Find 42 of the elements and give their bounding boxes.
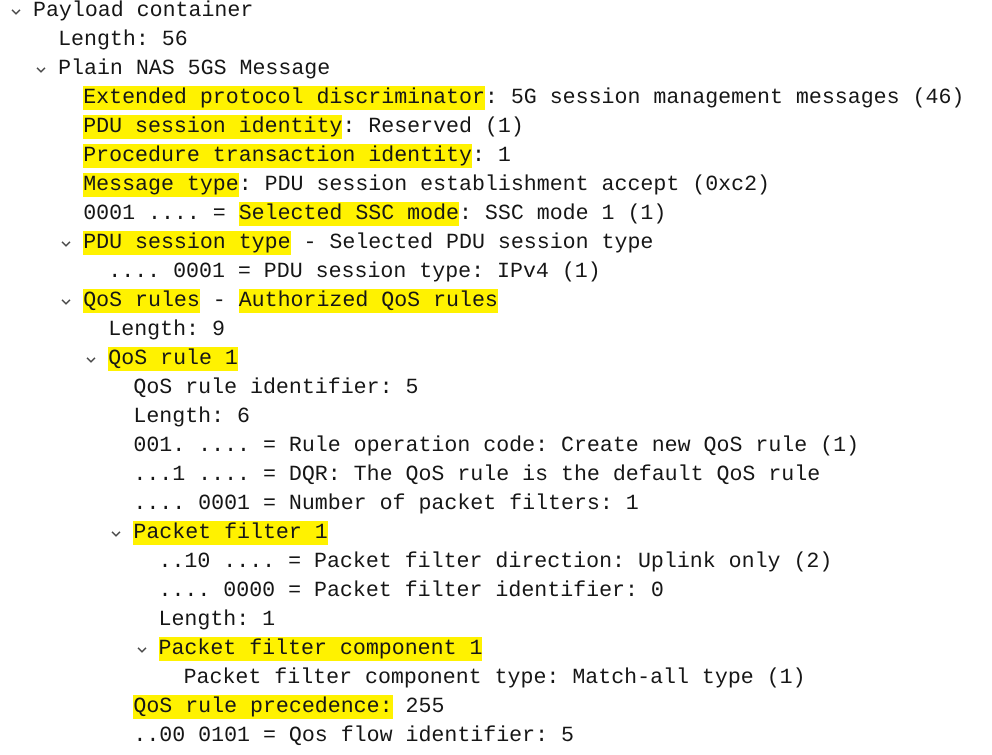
tree-item-text[interactable]: -: [200, 289, 239, 313]
tree-item-text[interactable]: : Reserved (1): [342, 115, 524, 139]
tree-item-text[interactable]: : SSC mode 1 (1): [459, 202, 666, 226]
highlighted-text[interactable]: Packet filter component 1: [158, 637, 482, 661]
tree-item-text[interactable]: .... 0001 = PDU session type: IPv4 (1): [108, 260, 601, 284]
tree-item-text[interactable]: : PDU session establishment accept (0xc2): [238, 173, 770, 197]
tree-item-text[interactable]: : 5G session management messages (46): [484, 86, 964, 110]
highlighted-text[interactable]: Selected SSC mode: [238, 202, 459, 226]
tree-item-text[interactable]: Length: 6: [133, 405, 250, 429]
highlighted-text[interactable]: Extended protocol discriminator: [83, 86, 485, 110]
highlighted-text[interactable]: PDU session identity: [83, 115, 342, 139]
tree-item-text[interactable]: Packet filter component type: Match-all type (1): [184, 666, 806, 690]
highlighted-text[interactable]: Procedure transaction identity: [83, 144, 472, 168]
highlighted-text[interactable]: QoS rules: [83, 289, 200, 313]
tree-item-text[interactable]: Length: 1: [158, 608, 276, 632]
tree-item-text[interactable]: 001. .... = Rule operation code: Create new QoS rule (1): [133, 434, 860, 458]
highlighted-text[interactable]: Message type: [83, 173, 239, 197]
chevron-down-icon[interactable]: [111, 530, 122, 536]
tree-item-text[interactable]: Plain NAS 5GS Message: [58, 57, 330, 81]
tree-item-text[interactable]: .... 0001 = Number of packet filters: 1: [133, 492, 639, 516]
tree-item-text[interactable]: Length: 56: [58, 28, 188, 52]
tree-item-text[interactable]: ...1 .... = DQR: The QoS rule is the default QoS rule: [133, 463, 820, 487]
highlighted-text[interactable]: Packet filter 1: [133, 521, 328, 545]
tree-item-text[interactable]: Payload container: [33, 0, 254, 23]
tree-item-text[interactable]: - Selected PDU session type: [290, 231, 654, 255]
tree-item-text[interactable]: 0001 .... =: [83, 202, 239, 226]
chevron-down-icon[interactable]: [61, 240, 72, 246]
tree-item-text[interactable]: Length: 9: [108, 318, 225, 342]
tree-item-text[interactable]: .... 0000 = Packet filter identifier: 0: [158, 579, 664, 603]
highlighted-text[interactable]: QoS rule precedence:: [133, 695, 393, 719]
chevron-down-icon[interactable]: [136, 646, 146, 652]
tree-item-text[interactable]: ..10 .... = Packet filter direction: Uplink only (2): [158, 550, 832, 574]
highlighted-text[interactable]: QoS rule 1: [108, 347, 238, 371]
tree-item-text[interactable]: 255: [392, 695, 444, 719]
highlighted-text[interactable]: PDU session type: [83, 231, 291, 255]
tree-item-text[interactable]: QoS rule identifier: 5: [133, 376, 418, 400]
tree-item-text[interactable]: ..00 0101 = Qos flow identifier: 5: [133, 724, 574, 748]
chevron-down-icon[interactable]: [11, 8, 21, 14]
chevron-down-icon[interactable]: [86, 356, 96, 362]
chevron-down-icon[interactable]: [36, 66, 46, 72]
chevron-down-icon[interactable]: [61, 298, 72, 304]
tree-item-text[interactable]: : 1: [472, 144, 511, 168]
